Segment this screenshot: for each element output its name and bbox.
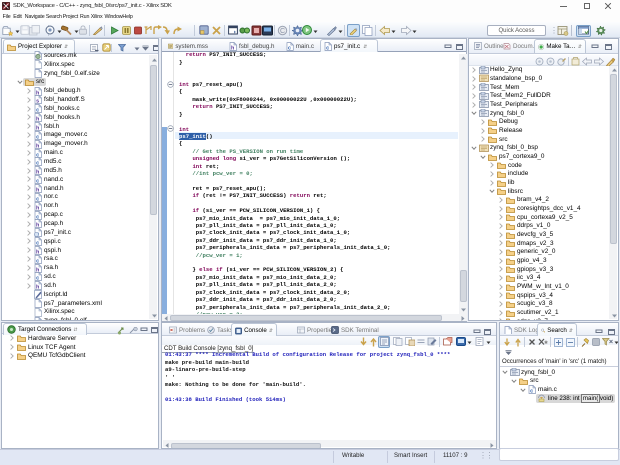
svg-text:c: c [326,45,329,51]
svg-text:c: c [530,389,533,395]
svg-text:C: C [280,28,285,35]
svg-text:c: c [288,45,291,51]
svg-text:h: h [231,45,234,51]
